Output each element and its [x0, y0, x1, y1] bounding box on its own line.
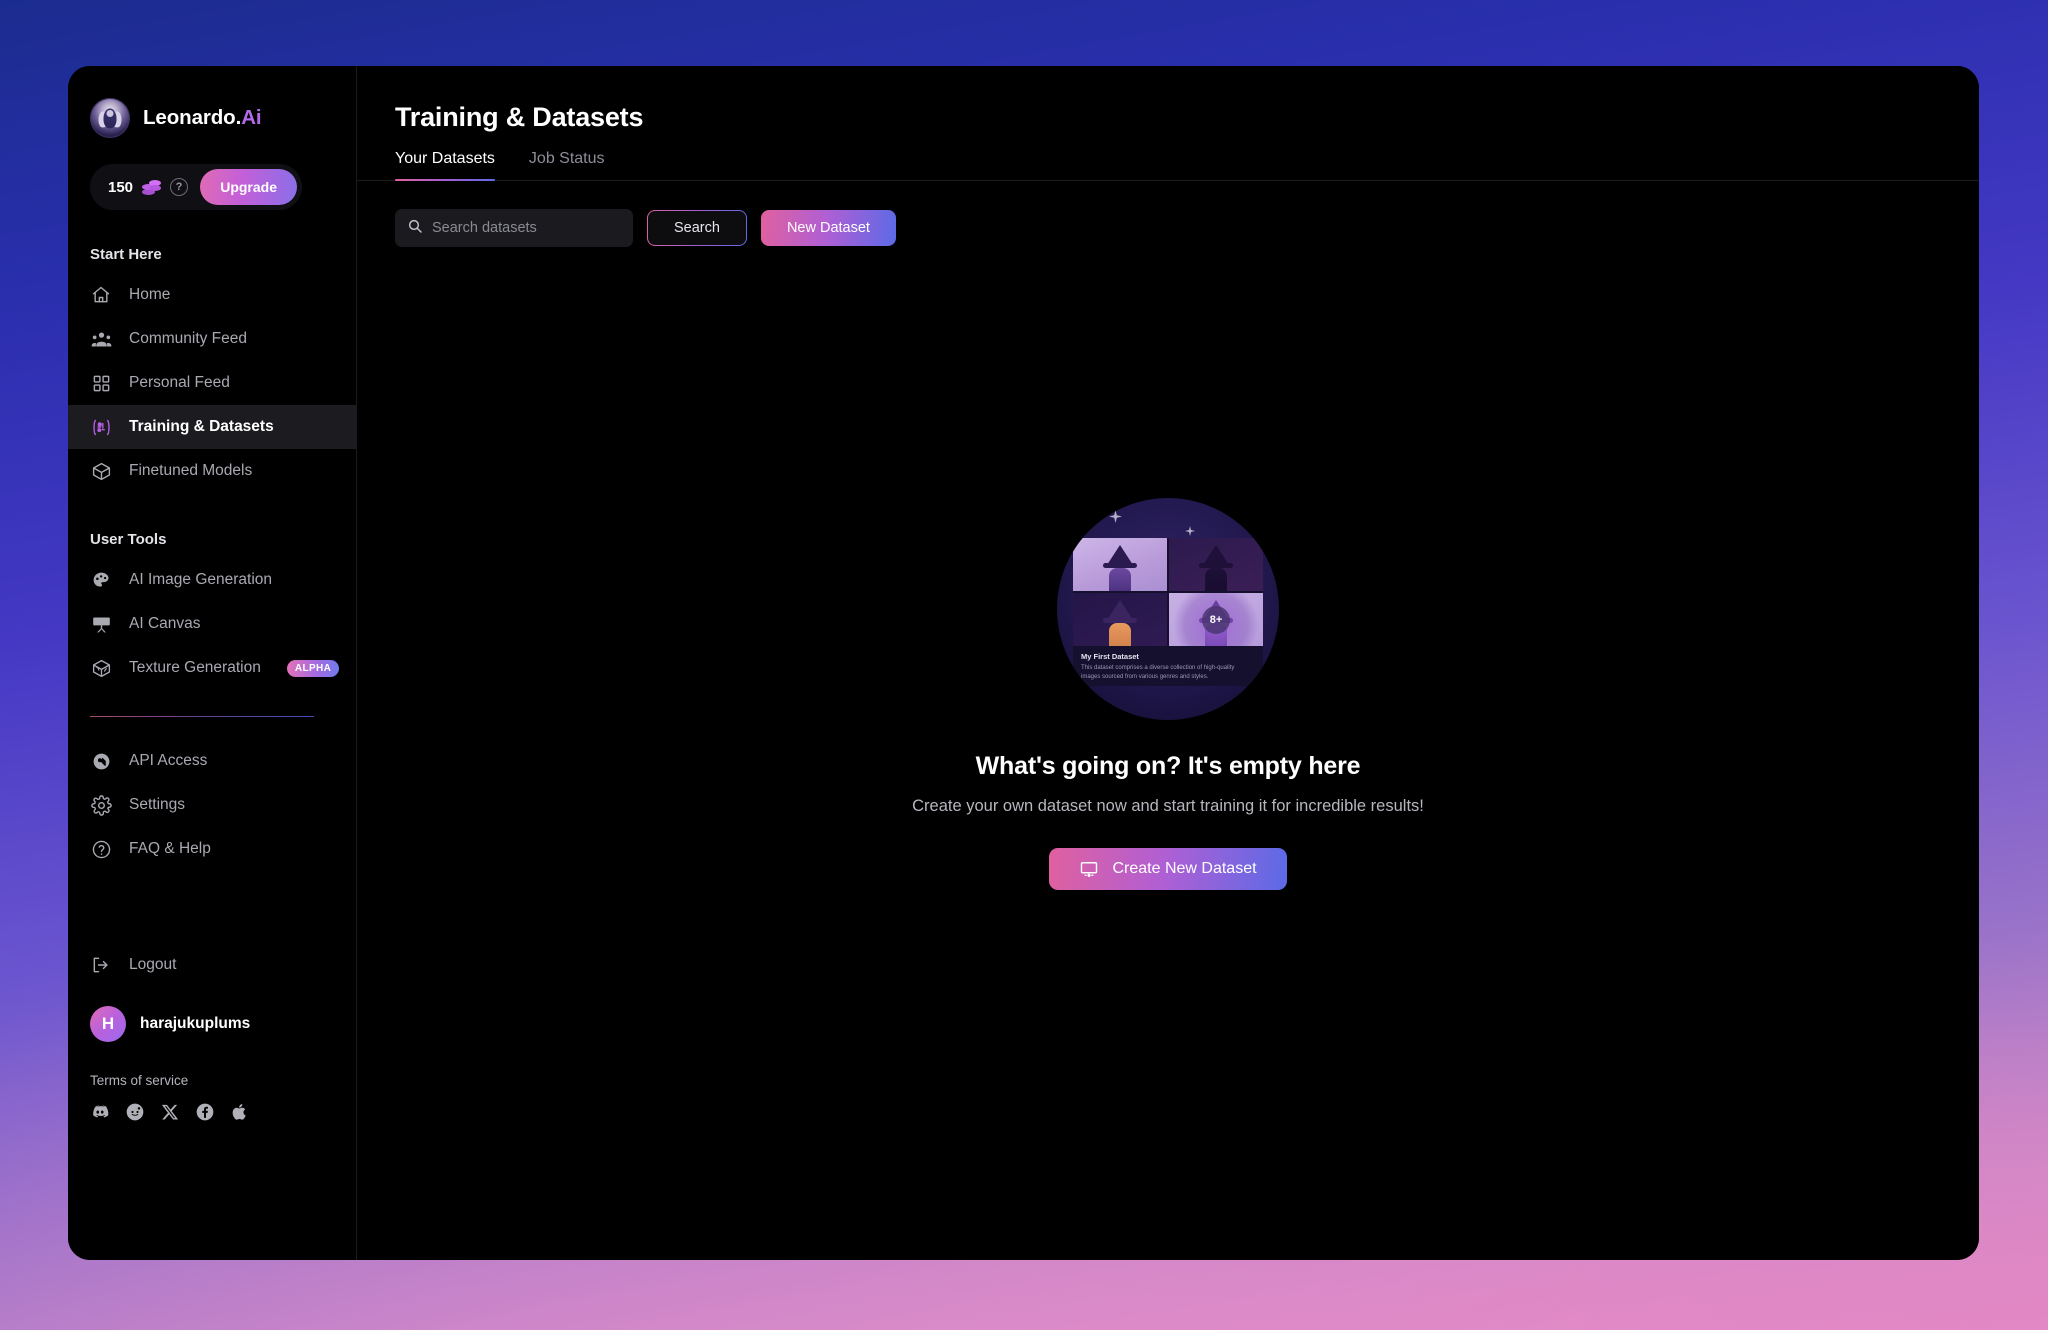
- create-new-dataset-label: Create New Dataset: [1112, 860, 1256, 878]
- question-circle-icon: [90, 838, 112, 860]
- logout-icon: [90, 954, 112, 976]
- sidebar-item-home[interactable]: Home: [68, 273, 356, 317]
- sidebar-item-label: Training & Datasets: [129, 418, 274, 436]
- texture-cube-icon: [90, 657, 112, 679]
- sidebar-item-texture-generation[interactable]: Texture Generation ALPHA: [68, 646, 356, 690]
- brand-name: Leonardo.Ai: [143, 106, 262, 130]
- grid-icon: [90, 372, 112, 394]
- logout-label: Logout: [129, 956, 176, 974]
- credits-pill: 150 ? Upgrade: [90, 164, 302, 210]
- monitor-icon: [1079, 859, 1099, 879]
- reddit-icon[interactable]: [125, 1102, 145, 1122]
- tab-your-datasets[interactable]: Your Datasets: [395, 150, 495, 180]
- leonardo-avatar: [90, 98, 130, 138]
- new-dataset-button[interactable]: New Dataset: [761, 210, 896, 246]
- easel-icon: [90, 613, 112, 635]
- sidebar-item-training-datasets[interactable]: Training & Datasets: [68, 405, 356, 449]
- palette-icon: [90, 569, 112, 591]
- user-name: harajukuplums: [140, 1015, 250, 1033]
- home-icon: [90, 284, 112, 306]
- tab-job-status[interactable]: Job Status: [529, 150, 605, 180]
- user-profile[interactable]: H harajukuplums: [68, 999, 356, 1049]
- sidebar-item-finetuned-models[interactable]: Finetuned Models: [68, 449, 356, 493]
- credits-count: 150: [108, 179, 133, 196]
- illustration-card-title: My First Dataset: [1081, 652, 1255, 661]
- sidebar-lower-group: API Access Settings FAQ & Help: [68, 739, 356, 871]
- sidebar-item-label: AI Image Generation: [129, 571, 272, 589]
- search-box[interactable]: [395, 209, 633, 247]
- page-title: Training & Datasets: [357, 66, 1979, 133]
- sidebar-item-label: FAQ & Help: [129, 840, 211, 858]
- app-window: Leonardo.Ai 150 ? Upgrade Start Here Hom…: [68, 66, 1979, 1260]
- brand-name-main: Leonardo.: [143, 106, 241, 129]
- toolbar: Search New Dataset: [357, 209, 1979, 247]
- upgrade-button[interactable]: Upgrade: [200, 169, 297, 205]
- sidebar-item-settings[interactable]: Settings: [68, 783, 356, 827]
- sidebar: Leonardo.Ai 150 ? Upgrade Start Here Hom…: [68, 66, 357, 1260]
- terms-of-service-link[interactable]: Terms of service: [68, 1073, 356, 1088]
- main-content: Training & Datasets Your Datasets Job St…: [357, 66, 1979, 1260]
- section-label-user-tools: User Tools: [68, 531, 356, 548]
- apple-icon[interactable]: [230, 1102, 250, 1122]
- illustration-thumb: [1073, 538, 1167, 591]
- section-label-start-here: Start Here: [68, 246, 356, 263]
- illustration-thumb: [1073, 593, 1167, 646]
- search-input[interactable]: [432, 220, 621, 236]
- sparkle-icon: [1185, 526, 1195, 536]
- brand-name-accent: Ai: [241, 106, 261, 129]
- sidebar-item-community-feed[interactable]: Community Feed: [68, 317, 356, 361]
- cube-icon: [90, 460, 112, 482]
- alpha-badge: ALPHA: [287, 660, 339, 677]
- illustration-thumb: 8+: [1169, 593, 1263, 646]
- illustration-dataset-card: 8+ My First Dataset This dataset compris…: [1073, 538, 1263, 686]
- sidebar-item-label: AI Canvas: [129, 615, 201, 633]
- illustration-card-meta: My First Dataset This dataset comprises …: [1073, 646, 1263, 682]
- tab-bar: Your Datasets Job Status: [357, 150, 1979, 181]
- facebook-icon[interactable]: [195, 1102, 215, 1122]
- help-circle-icon[interactable]: ?: [170, 178, 188, 196]
- empty-state-title: What's going on? It's empty here: [976, 752, 1361, 781]
- illustration-thumb: [1169, 538, 1263, 591]
- sidebar-item-label: Settings: [129, 796, 185, 814]
- sidebar-item-label: Texture Generation: [129, 659, 261, 677]
- gear-icon: [90, 794, 112, 816]
- empty-state: 8+ My First Dataset This dataset compris…: [357, 498, 1979, 890]
- image-count-badge: 8+: [1202, 606, 1230, 634]
- illustration-card-description: This dataset comprises a diverse collect…: [1081, 664, 1255, 682]
- search-icon: [407, 218, 423, 239]
- sidebar-divider: [90, 716, 314, 717]
- social-links: [68, 1102, 356, 1122]
- coin-stack-icon: [142, 179, 161, 196]
- sidebar-item-label: Home: [129, 286, 170, 304]
- sparkle-icon: [1109, 510, 1122, 523]
- sidebar-item-label: API Access: [129, 752, 207, 770]
- logout-button[interactable]: Logout: [68, 943, 356, 987]
- training-icon: [90, 416, 112, 438]
- sidebar-item-label: Finetuned Models: [129, 462, 252, 480]
- search-button[interactable]: Search: [647, 210, 747, 246]
- avatar: H: [90, 1006, 126, 1042]
- empty-state-subtitle: Create your own dataset now and start tr…: [912, 797, 1424, 816]
- sidebar-item-personal-feed[interactable]: Personal Feed: [68, 361, 356, 405]
- sidebar-item-ai-image-generation[interactable]: AI Image Generation: [68, 558, 356, 602]
- sidebar-item-label: Personal Feed: [129, 374, 230, 392]
- sidebar-item-label: Community Feed: [129, 330, 247, 348]
- illustration-image-grid: 8+: [1073, 538, 1263, 646]
- sidebar-item-faq-help[interactable]: FAQ & Help: [68, 827, 356, 871]
- sidebar-item-ai-canvas[interactable]: AI Canvas: [68, 602, 356, 646]
- key-icon: [90, 750, 112, 772]
- community-icon: [90, 328, 112, 350]
- brand-logo[interactable]: Leonardo.Ai: [68, 94, 356, 142]
- discord-icon[interactable]: [90, 1102, 110, 1122]
- create-new-dataset-button[interactable]: Create New Dataset: [1049, 848, 1286, 890]
- empty-state-illustration: 8+ My First Dataset This dataset compris…: [1057, 498, 1279, 720]
- x-twitter-icon[interactable]: [160, 1102, 180, 1122]
- sidebar-item-api-access[interactable]: API Access: [68, 739, 356, 783]
